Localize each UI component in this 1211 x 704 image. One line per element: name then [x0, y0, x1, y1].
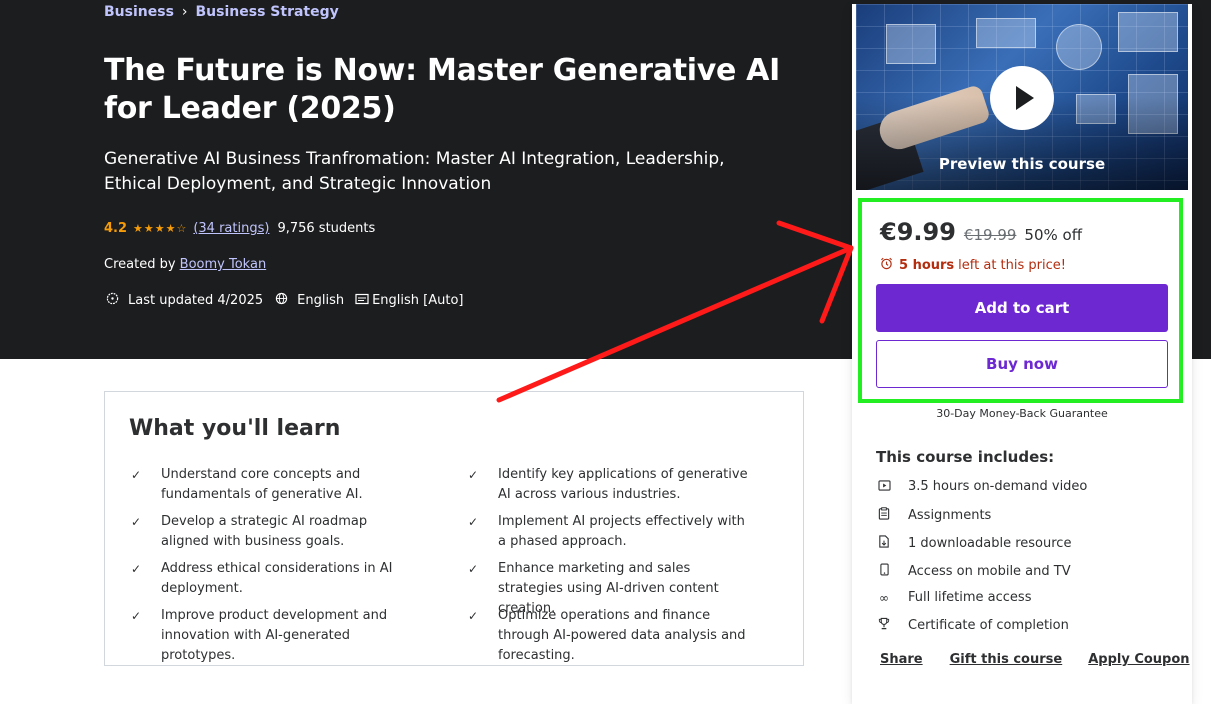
learn-item: ✓ Optimize operations and finance through… [466, 606, 756, 666]
current-price: €9.99 [880, 218, 956, 246]
purchase-sidebar: Preview this course €9.99 €19.99 50% off… [852, 4, 1192, 704]
learn-item-text: Address ethical considerations in AI dep… [161, 561, 393, 596]
price-timer: 5 hours left at this price! [880, 257, 1066, 274]
learn-item-text: Understand core concepts and fundamental… [161, 467, 363, 502]
include-item-label: Full lifetime access [908, 590, 1032, 605]
check-icon: ✓ [131, 468, 142, 482]
assignment-icon [876, 507, 892, 523]
learn-item: ✓ Understand core concepts and fundamenta… [129, 465, 419, 505]
learn-item: ✓ Identify key applications of generative… [466, 465, 756, 505]
timer-hours: 5 hours [899, 258, 955, 273]
include-item: 1 downloadable resource [876, 535, 1071, 551]
last-updated-text: Last updated 4/2025 [128, 293, 264, 308]
captions: English [Auto] [354, 293, 464, 309]
check-icon: ✓ [131, 609, 142, 623]
add-to-cart-button[interactable]: Add to cart [876, 284, 1168, 332]
play-icon [1015, 86, 1034, 110]
money-back-guarantee: 30-Day Money-Back Guarantee [936, 407, 1108, 420]
include-item: Certificate of completion [876, 617, 1069, 633]
learn-item-text: Develop a strategic AI roadmap aligned w… [161, 514, 368, 549]
check-icon: ✓ [468, 515, 479, 529]
apply-coupon-link[interactable]: Apply Coupon [1088, 652, 1189, 667]
sidebar-links: Share Gift this course Apply Coupon [880, 652, 1190, 667]
check-icon: ✓ [131, 515, 142, 529]
created-by-label: Created by [104, 257, 176, 272]
alarm-clock-icon [880, 257, 893, 274]
price-row: €9.99 €19.99 50% off [880, 218, 1082, 246]
include-item: 3.5 hours on-demand video [876, 479, 1087, 494]
captions-text: English [Auto] [372, 293, 464, 308]
learn-item-text: Implement AI projects effectively with a… [498, 514, 745, 549]
include-item-label: Certificate of completion [908, 617, 1069, 633]
alert-badge-icon [104, 292, 120, 309]
what-youll-learn: What you'll learn ✓ Understand core conce… [104, 391, 804, 666]
author-link[interactable]: Boomy Tokan [180, 257, 267, 272]
breadcrumb-business[interactable]: Business [104, 4, 174, 20]
download-file-icon [876, 535, 892, 551]
buy-now-button[interactable]: Buy now [876, 340, 1168, 388]
preview-label[interactable]: Preview this course [856, 155, 1188, 173]
include-item: Assignments [876, 507, 991, 523]
price-highlight-box: €9.99 €19.99 50% off 5 hours left at thi… [858, 198, 1183, 403]
captions-icon [354, 293, 370, 309]
learn-item: ✓ Implement AI projects effectively with … [466, 512, 756, 552]
check-icon: ✓ [131, 562, 142, 576]
learn-item-text: Optimize operations and finance through … [498, 608, 746, 663]
timer-text: left at this price! [958, 258, 1066, 273]
discount-label: 50% off [1024, 226, 1083, 244]
course-meta: Last updated 4/2025 English English [Aut… [104, 292, 474, 309]
trophy-icon [876, 617, 892, 633]
include-item-label: Assignments [908, 507, 992, 523]
rating-row: 4.2 ★★★★☆ (34 ratings) 9,756 students [104, 221, 375, 236]
rating-value: 4.2 [104, 221, 128, 236]
learn-item: ✓ Improve product development and innovat… [129, 606, 419, 666]
include-item-label: 3.5 hours on-demand video [908, 479, 1088, 494]
star-rating-icon: ★★★★☆ [133, 222, 188, 235]
globe-icon [273, 292, 289, 309]
check-icon: ✓ [468, 562, 479, 576]
gift-course-link[interactable]: Gift this course [950, 652, 1063, 667]
students-count: 9,756 students [277, 221, 376, 236]
include-item-label: Access on mobile and TV [908, 563, 1071, 579]
play-button[interactable] [990, 66, 1054, 130]
course-title: The Future is Now: Master Generative AI … [104, 53, 780, 126]
course-preview[interactable]: Preview this course [856, 4, 1188, 190]
include-item-label: 1 downloadable resource [908, 535, 1072, 551]
original-price: €19.99 [963, 226, 1017, 244]
mobile-icon [876, 563, 892, 579]
includes-title: This course includes: [876, 448, 1055, 466]
check-icon: ✓ [468, 609, 479, 623]
learn-item-text: Improve product development and innovati… [161, 608, 388, 663]
chevron-right-icon: › [181, 4, 188, 20]
include-item: Access on mobile and TV [876, 563, 1071, 579]
learn-item-text: Identify key applications of generative … [498, 467, 748, 502]
learn-item: ✓ Develop a strategic AI roadmap aligned … [129, 512, 419, 552]
language: English [273, 292, 344, 309]
ratings-count-link[interactable]: (34 ratings) [193, 221, 269, 236]
last-updated: Last updated 4/2025 [104, 292, 263, 309]
breadcrumb: Business › Business Strategy [104, 4, 339, 20]
share-link[interactable]: Share [880, 652, 923, 667]
learn-heading: What you'll learn [129, 416, 341, 441]
check-icon: ✓ [468, 468, 479, 482]
language-text: English [297, 293, 345, 308]
course-subtitle: Generative AI Business Tranfromation: Ma… [104, 149, 725, 194]
learn-item: ✓ Address ethical considerations in AI de… [129, 559, 419, 599]
breadcrumb-business-strategy[interactable]: Business Strategy [196, 4, 339, 20]
video-icon [876, 479, 892, 494]
created-by: Created by Boomy Tokan [104, 257, 266, 272]
infinity-icon: ∞ [879, 590, 889, 605]
include-item: ∞ Full lifetime access [876, 590, 1031, 605]
